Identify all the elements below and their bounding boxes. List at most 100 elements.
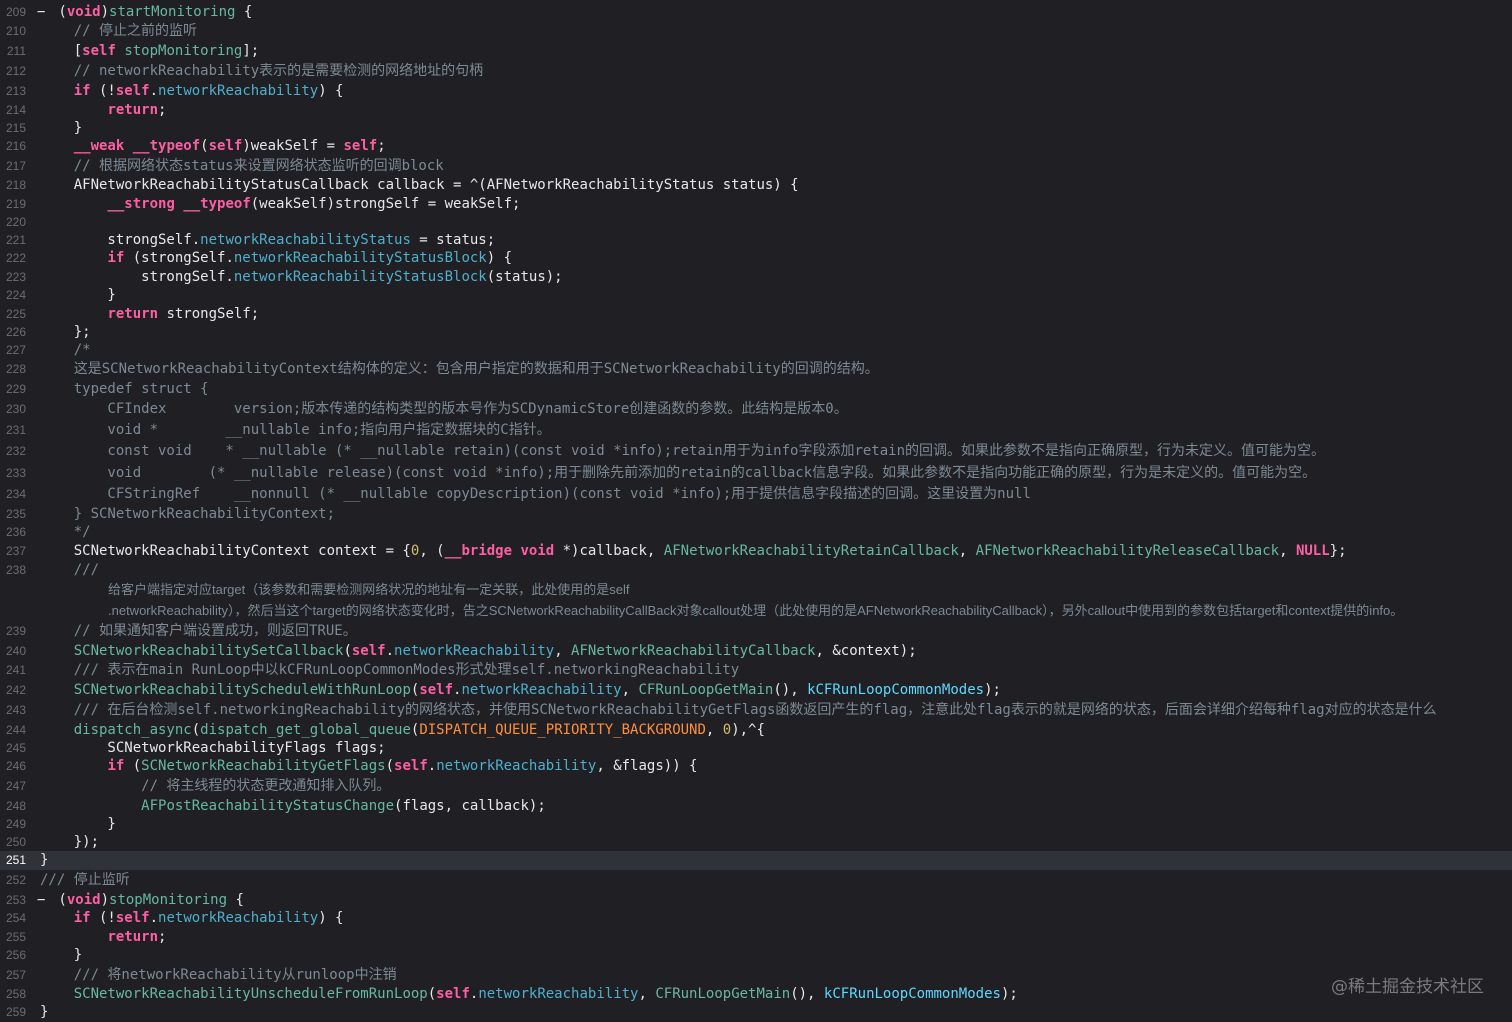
token-cm: /// 停止监听 [40,872,130,888]
code-editor[interactable]: 209− (void)startMonitoring {210 // 停止之前的… [0,0,1512,1022]
line-number: 223 [5,270,26,284]
token-fn: SCNetworkReachabilityScheduleWithRunLoop [73,682,411,698]
token-txt: . [149,83,159,99]
code-line[interactable]: 213 if (!self.networkReachability) { [0,82,1512,101]
code-line[interactable]: 234 CFStringRef __nonnull (* __nullable … [0,485,1512,504]
code-line[interactable]: 243 /// 在后台检测self.networkingReachability… [0,701,1512,720]
fold-marker-icon[interactable]: − [37,3,45,22]
code-line[interactable]: 229 typedef struct { [0,380,1512,399]
token-txt: ( [191,722,201,738]
code-line[interactable]: 222 if (strongSelf.networkReachabilitySt… [0,249,1512,268]
line-number: 254 [5,911,26,925]
token-txt: ( [124,758,142,774]
code-line[interactable]: 211 [self stopMonitoring]; [0,42,1512,61]
code-line[interactable]: 256 } [0,946,1512,965]
line-number: 225 [5,307,26,321]
code-line[interactable]: 250 }); [0,833,1512,852]
code-text: SCNetworkReachabilityUnscheduleFromRunLo… [40,985,1018,1004]
code-text: strongSelf.networkReachabilityStatusBloc… [40,268,562,287]
code-line[interactable]: 257 /// 将networkReachability从runloop中注销 [0,966,1512,985]
fold-marker-icon[interactable]: − [37,891,45,910]
code-line[interactable]: 219 __strong __typeof(weakSelf)strongSel… [0,195,1512,214]
code-line[interactable]: 248 AFPostReachabilityStatusChange(flags… [0,797,1512,816]
watermark: @稀土掘金技术社区 [1331,977,1484,997]
token-cm: 这是SCNetworkReachabilityContext结构体的定义：包含用… [40,361,879,377]
code-line[interactable]: 218 AFNetworkReachabilityStatusCallback … [0,176,1512,195]
code-line[interactable]: 232 const void * __nullable (* __nullabl… [0,442,1512,461]
code-line[interactable]: 242 SCNetworkReachabilityScheduleWithRun… [0,681,1512,700]
code-line[interactable]: 212 // networkReachability表示的是需要检测的网络地址的… [0,62,1512,81]
code-line[interactable]: 245 SCNetworkReachabilityFlags flags; [0,739,1512,758]
code-text: // 停止之前的监听 [40,22,197,41]
code-line[interactable]: 216 __weak __typeof(self)weakSelf = self… [0,137,1512,156]
code-line[interactable]: 220 [0,213,1512,232]
token-txt: } [40,287,116,303]
code-line[interactable]: 240 SCNetworkReachabilitySetCallback(sel… [0,642,1512,661]
code-line[interactable]: 241 /// 表示在main RunLoop中以kCFRunLoopCommo… [0,661,1512,680]
code-line[interactable]: 210 // 停止之前的监听 [0,22,1512,41]
code-line[interactable]: 244 dispatch_async(dispatch_get_global_q… [0,721,1512,740]
line-number: 221 [5,233,26,247]
code-line[interactable]: 235 } SCNetworkReachabilityContext; [0,505,1512,524]
code-text: SCNetworkReachabilitySetCallback(self.ne… [40,642,917,661]
code-line[interactable]: 233 void (* __nullable release)(const vo… [0,464,1512,483]
token-prop: networkReachability [461,682,622,698]
code-line[interactable]: 255 return; [0,928,1512,947]
code-text: // networkReachability表示的是需要检测的网络地址的句柄 [40,62,483,81]
code-line[interactable]: 217 // 根据网络状态status来设置网络状态监听的回调block [0,157,1512,176]
code-line[interactable]: 221 strongSelf.networkReachabilityStatus… [0,231,1512,250]
code-line[interactable]: 230 CFIndex version;版本传递的结构类型的版本号作为SCDyn… [0,400,1512,419]
code-text: // 将主线程的状态更改通知排入队列。 [40,777,390,796]
line-number: 209 [5,5,26,19]
code-line[interactable]: 251} [0,851,1512,870]
code-line[interactable]: 225 return strongSelf; [0,305,1512,324]
code-line[interactable]: 231 void * __nullable info;指向用户指定数据块的C指针… [0,421,1512,440]
token-kw: if [107,250,125,266]
code-line[interactable]: 237 SCNetworkReachabilityContext context… [0,542,1512,561]
code-line[interactable]: 236 */ [0,523,1512,542]
code-line[interactable]: 227 /* [0,341,1512,360]
code-line[interactable]: 246 if (SCNetworkReachabilityGetFlags(se… [0,757,1512,776]
line-number: 216 [5,139,26,153]
code-line[interactable]: 247 // 将主线程的状态更改通知排入队列。 [0,777,1512,796]
token-cm: /// 在后台检测self.networkingReachability的网络状… [40,702,1437,718]
code-line[interactable]: 238 /// [0,561,1512,580]
code-text: /// [40,561,99,580]
token-txt: . [427,758,437,774]
line-number: 215 [5,121,26,135]
code-line[interactable]: 224 } [0,286,1512,305]
token-cm: 给客户端指定对应target（该参数和需要检测网络状况的地址有一定关联，此处使用… [108,582,630,597]
token-prop: networkReachability [478,986,639,1002]
token-txt: strongSelf. [40,232,201,248]
code-line[interactable]: 249 } [0,815,1512,834]
code-line[interactable]: 253− (void)stopMonitoring { [0,891,1512,910]
code-text: /// 表示在main RunLoop中以kCFRunLoopCommonMod… [40,661,739,680]
code-line[interactable]: 215 } [0,119,1512,138]
code-line[interactable]: 226 }; [0,323,1512,342]
code-line[interactable]: 228 这是SCNetworkReachabilityContext结构体的定义… [0,360,1512,379]
code-line[interactable]: 259} [0,1003,1512,1022]
code-line[interactable]: 214 return; [0,101,1512,120]
code-line[interactable]: 252 /// 停止监听 [0,871,1512,890]
code-line[interactable]: 258 SCNetworkReachabilityUnscheduleFromR… [0,985,1512,1004]
token-fn: AFNetworkReachabilityRetainCallback [663,543,959,559]
line-number: 242 [5,683,26,697]
code-line[interactable]: 给客户端指定对应target（该参数和需要检测网络状况的地址有一定关联，此处使用… [0,580,1512,599]
token-cm: CFStringRef __nonnull (* __nullable copy… [40,486,1031,502]
token-cls: kCFRunLoopCommonModes [807,682,985,698]
token-kw: if [73,83,91,99]
code-line[interactable]: 223 strongSelf.networkReachabilityStatus… [0,268,1512,287]
code-text: } [40,815,115,834]
token-cm: */ [40,524,91,540]
line-number: 229 [5,382,26,396]
code-line[interactable]: 254 if (!self.networkReachability) { [0,909,1512,928]
code-line[interactable]: .networkReachability），然后当这个target的网络状态变化… [0,601,1512,620]
line-number: 252 [5,873,26,887]
code-line[interactable]: 209− (void)startMonitoring { [0,3,1512,22]
token-mac: DISPATCH_QUEUE_PRIORITY_BACKGROUND [419,722,706,738]
token-cm: // 停止之前的监听 [40,23,198,39]
line-number: 243 [5,703,26,717]
code-line[interactable]: 239 // 如果通知客户端设置成功，则返回TRUE。 [0,622,1512,641]
